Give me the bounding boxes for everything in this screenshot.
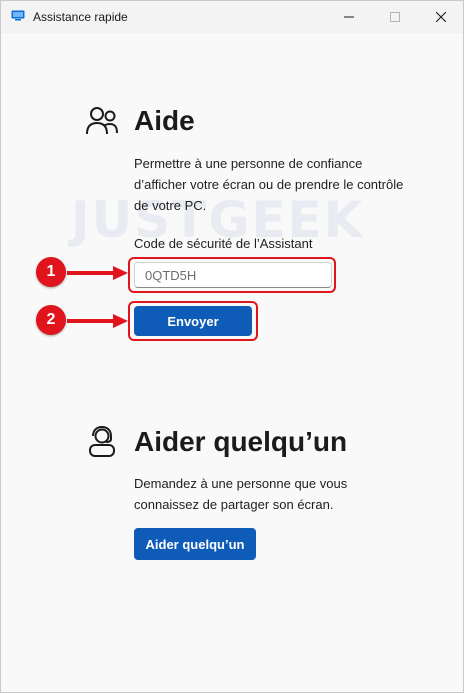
window-title: Assistance rapide <box>33 10 128 24</box>
step-badge-2: 2 <box>36 305 66 335</box>
assist-heading: Aider quelqu’un <box>134 426 348 457</box>
help-description: Permettre à une personne de confiance d’… <box>134 156 404 213</box>
person-headset-icon <box>89 425 115 457</box>
maximize-button[interactable] <box>372 1 418 33</box>
help-heading: Aide <box>134 105 195 136</box>
quick-assist-app-icon <box>11 10 25 21</box>
arrow-icon <box>67 314 128 328</box>
title-bar: Assistance rapide <box>1 1 463 33</box>
assist-someone-button[interactable]: Aider quelqu’un <box>134 528 256 560</box>
arrow-icon <box>67 266 128 280</box>
security-code-label: Code de sécurité de l’Assistant <box>134 236 313 251</box>
security-code-input[interactable] <box>134 262 332 288</box>
app-window: Assistance rapide JUSTGEEK Aide Permettr… <box>0 0 464 693</box>
people-icon <box>86 107 118 135</box>
send-button[interactable]: Envoyer <box>134 306 252 336</box>
maximize-icon <box>390 12 400 22</box>
close-button[interactable] <box>418 1 463 33</box>
minimize-button[interactable] <box>326 1 372 33</box>
minimize-icon <box>344 16 354 18</box>
close-icon <box>436 12 446 22</box>
step-badge-1: 1 <box>36 257 66 287</box>
assist-description: Demandez à une personne que vous connais… <box>134 476 348 512</box>
